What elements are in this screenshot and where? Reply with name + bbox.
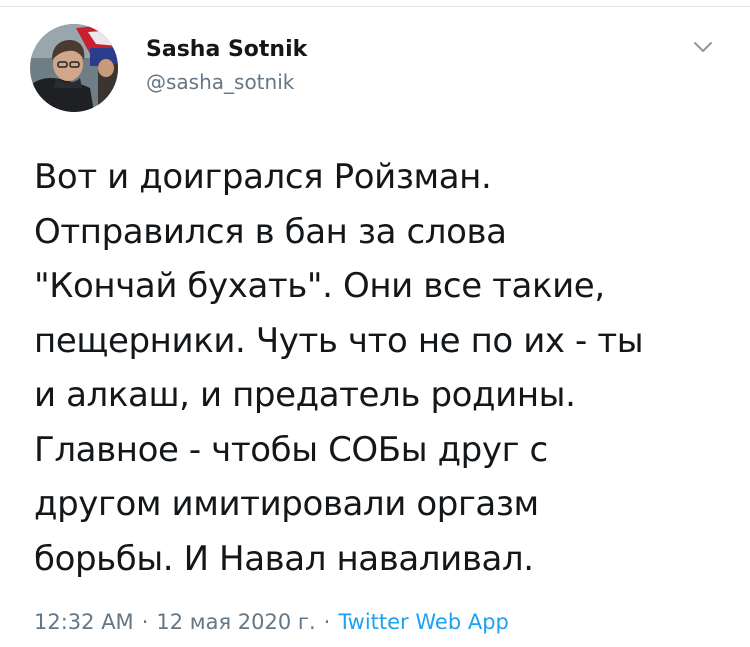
tweet-text-line: борьбы. И Навал наваливал. xyxy=(34,538,534,579)
meta-separator: · xyxy=(323,610,331,634)
tweet-text: Вот и доигрался Ройзман. Отправился в ба… xyxy=(34,150,734,586)
tweet-card: Sasha Sotnik @sasha_sotnik Вот и доиграл… xyxy=(0,0,750,647)
author-handle[interactable]: @sasha_sotnik xyxy=(146,68,307,96)
tweet-text-line: другом имитировали оргазм xyxy=(34,484,539,524)
author-avatar[interactable] xyxy=(30,24,118,112)
chevron-down-icon xyxy=(694,42,712,52)
tweet-text-line: Вот и доигрался Ройзман. xyxy=(34,157,492,197)
more-options-button[interactable] xyxy=(690,36,716,58)
tweet-text-line: Отправился в бан за слова xyxy=(34,211,507,252)
tweet-text-line: Главное - чтобы СОБы друг с xyxy=(34,429,548,470)
tweet-date[interactable]: 12 мая 2020 г. xyxy=(156,610,315,634)
tweet-time[interactable]: 12:32 AM xyxy=(34,610,134,634)
tweet-text-line: и алкаш, и предатель родины. xyxy=(34,375,576,415)
tweet-metadata: 12:32 AM · 12 мая 2020 г. · Twitter Web App xyxy=(34,608,509,636)
author-display-name[interactable]: Sasha Sotnik xyxy=(146,36,307,64)
avatar-photo xyxy=(30,24,118,112)
meta-separator: · xyxy=(141,610,149,634)
tweet-source-link[interactable]: Twitter Web App xyxy=(338,610,509,634)
tweet-text-line: пещерники. Чуть что не по их - ты xyxy=(34,320,644,361)
author-block: Sasha Sotnik @sasha_sotnik xyxy=(146,36,307,96)
tweet-text-line: "Кончай бухать". Они все такие, xyxy=(34,266,605,306)
